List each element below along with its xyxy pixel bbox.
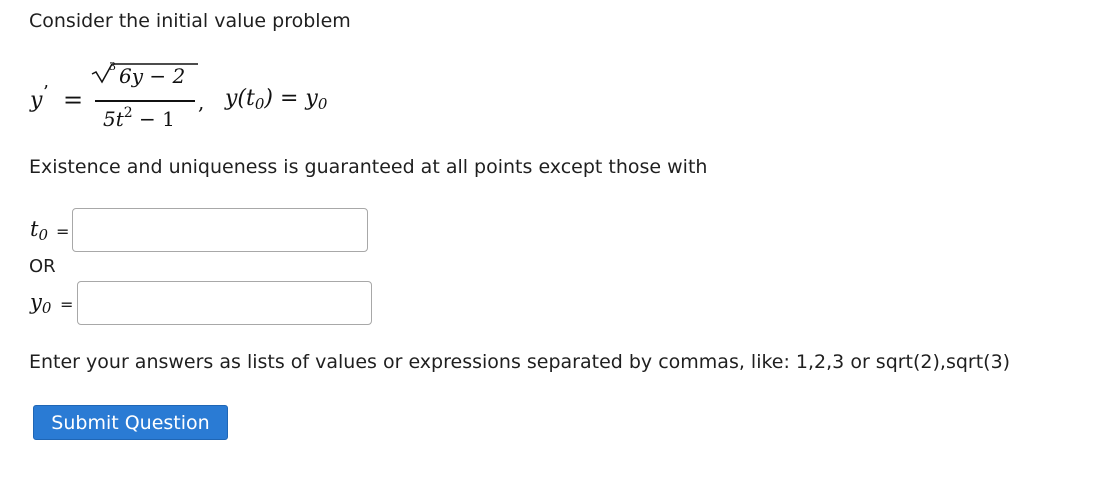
answer-instructions: Enter your answers as lists of values or…	[29, 351, 1011, 373]
y0-equals: =	[60, 295, 74, 314]
y0-answer-input[interactable]	[77, 281, 372, 325]
y0-var: y	[30, 290, 42, 314]
root-index: 3	[109, 60, 116, 73]
denominator-tail: − 1	[132, 107, 175, 131]
equation-separator: ,	[198, 90, 205, 114]
ic-subscript-2: 0	[317, 95, 328, 113]
fraction-bar	[95, 100, 195, 102]
existence-statement: Existence and uniqueness is guaranteed a…	[29, 156, 708, 178]
denominator-exponent: 2	[123, 105, 133, 121]
submit-question-button[interactable]: Submit Question	[33, 405, 228, 440]
t0-equals: =	[56, 222, 70, 241]
t0-subscript: 0	[38, 226, 48, 244]
ic-function: y(t	[225, 86, 255, 111]
ic-subscript: 0	[254, 95, 265, 113]
y0-label: y0	[30, 290, 51, 316]
t0-answer-input[interactable]	[72, 208, 368, 252]
problem-intro: Consider the initial value problem	[29, 10, 351, 32]
equation-prime: ’	[43, 82, 49, 103]
y0-subscript: 0	[41, 299, 52, 317]
equation-equals: =	[63, 86, 84, 114]
fraction-denominator: 5t2 − 1	[103, 106, 175, 131]
fraction-numerator: 6y − 2	[119, 64, 186, 88]
ic-middle: ) = y	[264, 86, 318, 111]
or-label: OR	[29, 256, 56, 277]
denominator-base: 5t	[103, 107, 124, 131]
equation-lhs: y	[30, 88, 43, 113]
initial-condition: y(t0) = y0	[225, 86, 328, 113]
t0-label: t0	[30, 219, 48, 243]
